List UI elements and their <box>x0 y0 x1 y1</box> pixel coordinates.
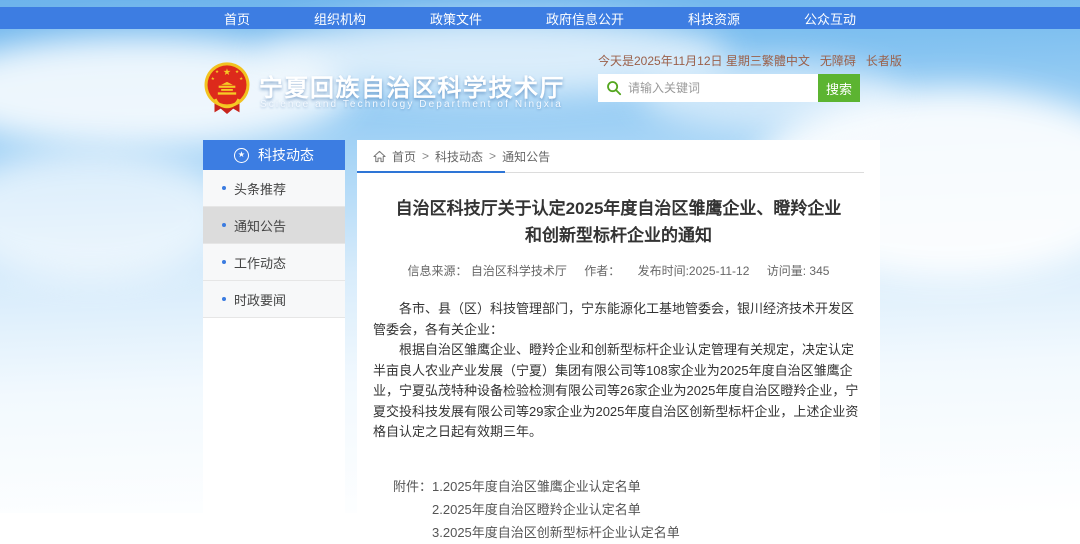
sidebar-title: 科技动态 <box>258 145 314 165</box>
link-elderly-version[interactable]: 长者版 <box>866 52 902 69</box>
site-title: 宁夏回族自治区科学技术厅 <box>259 68 565 103</box>
today-date-text: 今天是2025年11月12日 星期三 <box>598 52 762 69</box>
header-quick-links: 繁體中文 无障碍 长者版 <box>762 52 902 69</box>
sidebar-item-notices[interactable]: 通知公告 <box>203 207 345 244</box>
sidebar-item-label: 头条推荐 <box>234 179 286 198</box>
content-panel: 首页 > 科技动态 > 通知公告 自治区科技厅关于认定2025年度自治区雏鹰企业… <box>357 140 880 513</box>
national-emblem-logo: ★ ★ ★ ★ ★ <box>202 60 252 118</box>
breadcrumb-separator: > <box>489 149 496 163</box>
top-nav-items: 首页 组织机构 政策文件 政府信息公开 科技资源 公众互动 <box>0 7 1080 29</box>
article-paragraph: 各市、县（区）科技管理部门，宁东能源化工基地管委会，银川经济技术开发区管委会，各… <box>373 299 864 340</box>
breadcrumb: 首页 > 科技动态 > 通知公告 <box>373 140 864 173</box>
nav-item-sci-tech-resources[interactable]: 科技资源 <box>688 9 740 28</box>
article-title-line2: 和创新型标杆企业的通知 <box>373 222 864 249</box>
top-nav-bar: 首页 组织机构 政策文件 政府信息公开 科技资源 公众互动 <box>0 7 1080 29</box>
breadcrumb-home[interactable]: 首页 <box>392 148 416 165</box>
nav-item-home[interactable]: 首页 <box>224 9 250 28</box>
sidebar-header-sci-tech-news[interactable]: ★ 科技动态 <box>203 140 345 170</box>
svg-text:★: ★ <box>235 69 239 74</box>
nav-item-gov-info-disclosure[interactable]: 政府信息公开 <box>546 9 624 28</box>
search-bar: 搜索 <box>598 74 860 102</box>
sidebar-item-label: 时政要闻 <box>234 290 286 309</box>
search-icon <box>606 80 622 96</box>
svg-text:★: ★ <box>215 69 219 74</box>
meta-publish-time: 发布时间:2025-11-12 <box>638 264 750 278</box>
attachment-link-benchmark-list[interactable]: 3.2025年度自治区创新型标杆企业认定名单 <box>432 521 680 544</box>
article-meta: 信息来源： 自治区科学技术厅 作者： 发布时间:2025-11-12 访问量: … <box>373 262 864 279</box>
breadcrumb-notices[interactable]: 通知公告 <box>502 148 550 165</box>
search-button[interactable]: 搜索 <box>818 74 860 102</box>
nav-item-organization[interactable]: 组织机构 <box>314 9 366 28</box>
svg-text:★: ★ <box>223 67 231 77</box>
sidebar: ★ 科技动态 头条推荐 通知公告 工作动态 时政要闻 <box>203 140 345 513</box>
article-paragraph: 根据自治区雏鹰企业、瞪羚企业和创新型标杆企业认定管理有关规定，决定认定半亩良人农… <box>373 340 864 443</box>
attachments-list: 1.2025年度自治区雏鹰企业认定名单 2.2025年度自治区瞪羚企业认定名单 … <box>432 475 680 544</box>
link-accessibility[interactable]: 无障碍 <box>820 52 856 69</box>
sidebar-item-headline-recommend[interactable]: 头条推荐 <box>203 170 345 207</box>
home-icon <box>373 150 386 163</box>
link-traditional-chinese[interactable]: 繁體中文 <box>762 52 810 69</box>
breadcrumb-active-underline <box>357 171 505 173</box>
nav-item-policy-documents[interactable]: 政策文件 <box>430 9 482 28</box>
site-title-english: Science and Technology Department of Nin… <box>260 99 563 110</box>
sidebar-item-label: 通知公告 <box>234 216 286 235</box>
svg-text:★: ★ <box>211 76 215 81</box>
header-meta-row: 今天是2025年11月12日 星期三 繁體中文 无障碍 长者版 <box>598 52 870 69</box>
search-box <box>598 74 818 102</box>
circular-star-icon: ★ <box>234 148 249 163</box>
search-input[interactable] <box>598 74 818 102</box>
attachments-label: 附件： <box>393 475 432 544</box>
sidebar-menu: 头条推荐 通知公告 工作动态 时政要闻 <box>203 170 345 318</box>
meta-author: 作者： <box>584 264 620 278</box>
breadcrumb-separator: > <box>422 149 429 163</box>
attachments-block: 附件： 1.2025年度自治区雏鹰企业认定名单 2.2025年度自治区瞪羚企业认… <box>393 475 864 544</box>
attachment-link-gazelle-list[interactable]: 2.2025年度自治区瞪羚企业认定名单 <box>432 498 680 521</box>
article-title: 自治区科技厅关于认定2025年度自治区雏鹰企业、瞪羚企业 和创新型标杆企业的通知 <box>373 195 864 249</box>
svg-text:★: ★ <box>239 76 243 81</box>
article-title-line1: 自治区科技厅关于认定2025年度自治区雏鹰企业、瞪羚企业 <box>373 195 864 222</box>
sidebar-item-label: 工作动态 <box>234 253 286 272</box>
sidebar-item-work-updates[interactable]: 工作动态 <box>203 244 345 281</box>
attachment-link-eagle-list[interactable]: 1.2025年度自治区雏鹰企业认定名单 <box>432 475 680 498</box>
article-body: 各市、县（区）科技管理部门，宁东能源化工基地管委会，银川经济技术开发区管委会，各… <box>373 299 864 443</box>
sidebar-item-current-politics[interactable]: 时政要闻 <box>203 281 345 318</box>
nav-item-public-interaction[interactable]: 公众互动 <box>804 9 856 28</box>
meta-views: 访问量: 345 <box>767 264 830 278</box>
breadcrumb-sci-tech-news[interactable]: 科技动态 <box>435 148 483 165</box>
cloud-decoration <box>0 150 230 280</box>
meta-source: 信息来源： 自治区科学技术厅 <box>408 264 567 278</box>
